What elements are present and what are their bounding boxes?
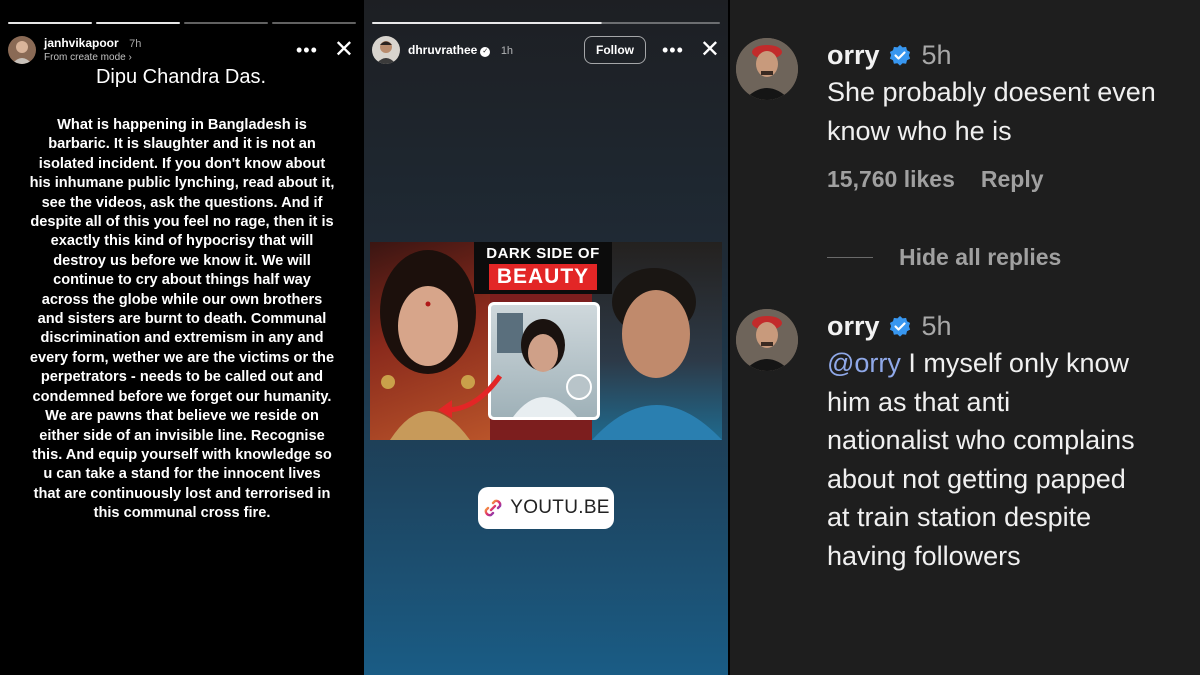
progress-segment	[96, 22, 180, 24]
comment-line: at train station despite	[827, 502, 1092, 532]
story-progress-bar	[8, 22, 356, 24]
verified-icon: ✓	[480, 46, 491, 57]
story-text: What is happening in Bangladesh is barba…	[29, 117, 335, 522]
story-header: dhruvrathee ✓ 1h Follow ••• ✕	[372, 34, 720, 66]
avatar[interactable]	[736, 38, 798, 100]
comment-username[interactable]: orry	[827, 311, 880, 342]
arrow-icon	[438, 374, 503, 418]
story-user-info: dhruvrathee ✓ 1h	[408, 43, 513, 58]
hide-replies-toggle[interactable]: Hide all replies	[827, 244, 1061, 271]
story-header: janhvikapoor 7h From create mode › ••• ✕	[8, 34, 354, 66]
comment-time: 5h	[921, 311, 952, 341]
divider	[827, 257, 873, 258]
comments-panel: orry 5h She probably doesent even know w…	[730, 0, 1200, 675]
comment-text: @orry I myself only know him as that ant…	[827, 344, 1200, 575]
more-icon[interactable]: •••	[662, 41, 684, 59]
reply-button[interactable]: Reply	[981, 166, 1044, 193]
progress-segment	[372, 22, 720, 24]
comment-username[interactable]: orry	[827, 40, 880, 71]
comment-line: know who he is	[827, 115, 1012, 146]
story-panel-janhvikapoor: janhvikapoor 7h From create mode › ••• ✕…	[0, 0, 362, 675]
story-user-info: janhvikapoor 7h From create mode ›	[44, 36, 141, 64]
comment-line: @orry I myself only know	[827, 344, 1200, 383]
link-icon	[484, 499, 502, 517]
avatar[interactable]	[736, 309, 798, 371]
progress-segment	[184, 22, 268, 24]
follow-button[interactable]: Follow	[583, 36, 646, 64]
more-icon[interactable]: •••	[296, 41, 318, 59]
story-panel-dhruvrathee: dhruvrathee ✓ 1h Follow ••• ✕ DARK SIDE …	[364, 0, 728, 675]
thumbnail-title-line2: BEAUTY	[488, 264, 598, 290]
comment-text: She probably doesent even know who he is	[827, 73, 1200, 150]
story-username[interactable]: dhruvrathee	[408, 43, 477, 57]
comment-line: about not getting papped	[827, 463, 1126, 494]
verified-icon	[889, 315, 910, 337]
hide-replies-label[interactable]: Hide all replies	[899, 244, 1061, 271]
verified-icon	[889, 44, 910, 66]
avatar[interactable]	[372, 36, 400, 64]
thumbnail-title-line1: DARK SIDE OF	[486, 245, 600, 262]
story-title: Dipu Chandra Das.	[95, 66, 267, 88]
video-thumbnail[interactable]: DARK SIDE OF BEAUTY	[370, 242, 722, 440]
comment-line: nationalist who complains	[827, 425, 1135, 455]
close-icon[interactable]: ✕	[334, 38, 354, 62]
avatar[interactable]	[8, 36, 36, 64]
progress-segment	[272, 22, 356, 24]
thumbnail-title: DARK SIDE OF BEAUTY	[474, 242, 612, 294]
create-mode-link[interactable]: From create mode ›	[44, 51, 141, 64]
story-progress-bar	[372, 22, 720, 24]
comment-line: having followers	[827, 540, 1021, 571]
comment-line-text: I myself only know	[900, 348, 1129, 378]
link-sticker-label: YOUTU.BE	[510, 497, 610, 518]
likes-count[interactable]: 15,760 likes	[827, 166, 955, 193]
story-username[interactable]: janhvikapoor	[44, 36, 119, 50]
comment-line: him as that anti	[827, 386, 1011, 417]
progress-segment	[8, 22, 92, 24]
story-time: 1h	[500, 44, 514, 57]
comment-time: 5h	[921, 40, 952, 70]
close-icon[interactable]: ✕	[700, 38, 720, 62]
mention-link[interactable]: @orry	[827, 348, 901, 378]
link-sticker[interactable]: YOUTU.BE	[478, 487, 614, 529]
comment-line: She probably doesent even	[827, 77, 1156, 107]
story-time: 7h	[129, 38, 142, 50]
